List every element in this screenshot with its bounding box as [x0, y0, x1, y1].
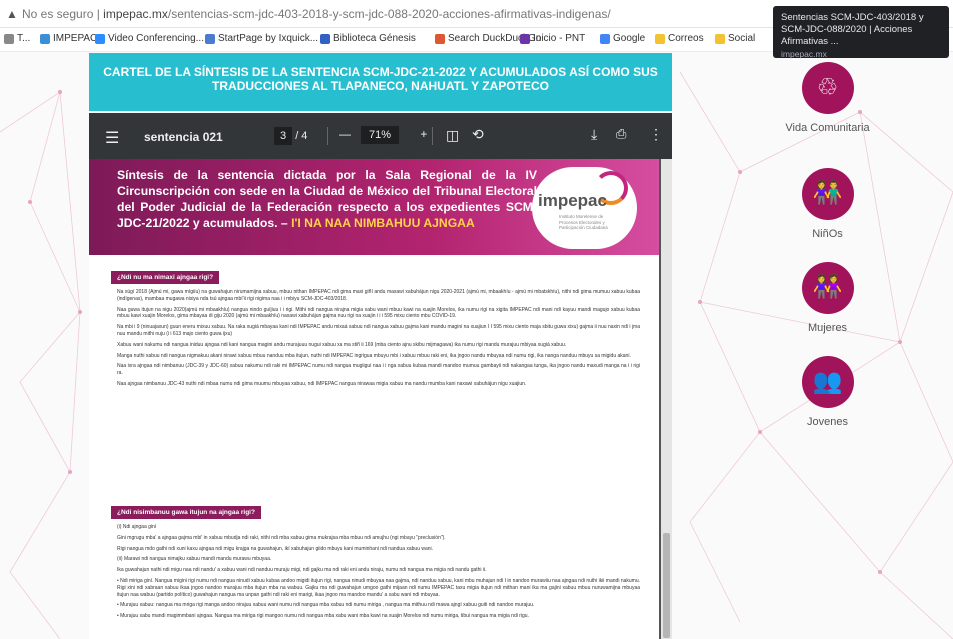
bookmark-favicon-icon: [205, 33, 215, 44]
page-total: / 4: [295, 130, 308, 142]
document-paragraph: Ika guwahajun nathi ndi migu naa ndi nan…: [117, 567, 487, 574]
document-header-text: Síntesis de la sentencia dictada por la …: [117, 167, 537, 231]
bookmark-favicon-icon: [320, 33, 330, 44]
bookmark-favicon-icon: [4, 33, 14, 44]
more-options-icon[interactable]: ⋮: [649, 126, 663, 143]
pdf-filename: sentencia 021: [144, 130, 223, 144]
tab-tooltip: Sentencias SCM-JDC-403/2018 y SCM-JDC-08…: [773, 6, 949, 59]
bookmark-item[interactable]: Biblioteca Génesis: [320, 33, 416, 44]
category-link[interactable]: 👫 NiñOs: [760, 168, 895, 241]
section-1-body: Na xúgí 2018 (Ajmú mi, gawa mígiíu) na g…: [117, 289, 640, 499]
url-domain: impepac.mx: [103, 7, 168, 21]
document-paragraph: Xabuu wani nakumu ndi nangua iniduu ajng…: [117, 341, 567, 348]
page-number-input[interactable]: 3: [274, 127, 293, 145]
bookmark-label: T...: [17, 33, 31, 44]
zoom-input[interactable]: 71%: [361, 126, 400, 144]
bookmark-item[interactable]: Video Conferencing...: [95, 33, 204, 44]
header-highlight: I'I NA NAA NIMBAHUU AJNGAA: [291, 216, 475, 230]
pdf-toolbar: ☰ sentencia 021 3 / 4 — 71% + ◫ ⟲ ⤓ ⎙ ⋮: [89, 113, 672, 159]
bookmark-label: Biblioteca Génesis: [333, 33, 416, 44]
bookmark-item[interactable]: Social: [715, 33, 755, 44]
document-paragraph: Naa ajngaa nimbanuu JDC-43 nuthi ndi mba…: [117, 380, 527, 387]
category-label[interactable]: Vida Comunitaria: [760, 122, 895, 135]
pdf-page: Síntesis de la sentencia dictada por la …: [89, 159, 659, 639]
logo-subtext: Instituto Morelense de Procesos Electora…: [559, 214, 608, 230]
bookmark-label: Video Conferencing...: [108, 33, 204, 44]
children-icon[interactable]: 👫: [801, 168, 854, 220]
section-heading-2: ¿Ndi nisimbanuu gawa itujun na ajngaa ri…: [111, 506, 261, 519]
document-paragraph: (ii) Marawi ndi nangua nimajku xabuu man…: [117, 556, 272, 563]
url-path: /sentencias-scm-jdc-403-2018-y-scm-jdc-0…: [167, 7, 611, 21]
print-icon[interactable]: ⎙: [616, 126, 626, 142]
bookmark-favicon-icon: [95, 33, 105, 44]
scrollbar-thumb[interactable]: [663, 533, 670, 638]
document-paragraph: Manga nuthi xabuu ndi nangua nigmakuu ak…: [117, 352, 631, 359]
bookmark-favicon-icon: [520, 33, 530, 44]
document-header: Síntesis de la sentencia dictada por la …: [89, 159, 659, 255]
page-indicator: 3 / 4: [274, 127, 307, 145]
document-paragraph: Naa guwa itujun na nigu 2020(ajmú mi mba…: [117, 306, 640, 320]
bookmark-favicon-icon: [715, 33, 725, 44]
document-paragraph: (i) Ndi ajngaa giní: [117, 524, 157, 530]
category-link[interactable]: 👥 Jovenes: [760, 356, 895, 429]
security-label: No es seguro: [22, 7, 94, 21]
document-paragraph: Rigi nangua mdo gathi ndi xuni kaxu ajng…: [117, 545, 434, 552]
url-text[interactable]: No es seguro | impepac.mx/sentencias-scm…: [22, 7, 611, 21]
bookmark-item[interactable]: T...: [4, 33, 30, 44]
document-paragraph: • Murajuu xabuu: nangua ma mriga rigi ma…: [117, 602, 535, 609]
bookmark-favicon-icon: [40, 33, 50, 44]
bookmark-favicon-icon: [435, 33, 445, 44]
bookmark-label: IMPEPAC: [53, 33, 98, 44]
poster-banner: CARTEL DE LA SÍNTESIS DE LA SENTENCIA SC…: [89, 53, 672, 111]
zoom-out-button[interactable]: —: [339, 127, 351, 141]
women-icon[interactable]: 👭: [801, 262, 854, 314]
document-paragraph: • Murajuu xabu mandi magimmbani ajngaa. …: [117, 613, 529, 620]
bookmark-label: Google: [613, 33, 646, 44]
toolbar-divider: [327, 127, 328, 145]
bookmark-item[interactable]: Inicio - PNT: [520, 33, 585, 44]
bookmark-label: StartPage by Ixquick...: [218, 33, 319, 44]
rotate-icon[interactable]: ⟲: [472, 126, 484, 143]
section-2-body: (i) Ndi ajngaa giní Gini mgrugu mba' a aj…: [117, 524, 640, 637]
category-label[interactable]: Jovenes: [760, 416, 895, 429]
bookmark-item[interactable]: StartPage by Ixquick...: [205, 33, 318, 44]
fit-page-icon[interactable]: ◫: [446, 127, 459, 144]
category-link[interactable]: ♲ Vida Comunitaria: [760, 62, 895, 135]
pdf-viewer: ☰ sentencia 021 3 / 4 — 71% + ◫ ⟲ ⤓ ⎙ ⋮ S…: [89, 113, 672, 639]
impepac-logo: impepac Instituto Morelense de Procesos …: [532, 167, 637, 249]
section-heading-1: ¿Ndi nu ma nimaxi ajngaa rigi?: [111, 271, 220, 284]
category-label[interactable]: NiñOs: [760, 228, 895, 241]
bookmark-label: Inicio - PNT: [533, 33, 586, 44]
download-icon[interactable]: ⤓: [591, 126, 597, 143]
security-warning-icon[interactable]: ▲: [6, 7, 18, 21]
document-paragraph: Na xúgí 2018 (Ajmú mi, gawa mígiíu) na g…: [117, 289, 640, 302]
logo-text: impepac: [538, 191, 607, 210]
bookmark-favicon-icon: [655, 33, 665, 44]
youth-icon[interactable]: 👥: [801, 356, 854, 408]
zoom-in-button[interactable]: +: [420, 127, 427, 141]
zoom-controls: — 71% +: [339, 126, 437, 144]
document-paragraph: • Ndi miriga giní. Nangua migini rigi nu…: [117, 577, 640, 598]
tooltip-title: Sentencias SCM-JDC-403/2018 y SCM-JDC-08…: [781, 12, 924, 47]
toolbar-divider: [432, 127, 433, 145]
bookmark-favicon-icon: [600, 33, 610, 44]
menu-icon[interactable]: ☰: [105, 128, 119, 148]
category-label[interactable]: Mujeres: [760, 322, 895, 335]
document-paragraph: Gini mgrugu mba' a ajngaa gajma mbi' in …: [117, 534, 446, 541]
document-paragraph: Na mbi i 9 (ninuajaxun) guun eneru mixuu…: [117, 324, 640, 337]
tooltip-domain: impepac.mx: [781, 49, 827, 59]
bookmark-item[interactable]: Correos: [655, 33, 704, 44]
community-icon[interactable]: ♲: [801, 62, 854, 114]
bookmark-item[interactable]: IMPEPAC: [40, 33, 97, 44]
bookmark-label: Correos: [668, 33, 704, 44]
category-link[interactable]: 👭 Mujeres: [760, 262, 895, 335]
bookmark-label: Social: [728, 33, 756, 44]
bookmark-item[interactable]: Google: [600, 33, 645, 44]
banner-title: CARTEL DE LA SÍNTESIS DE LA SENTENCIA SC…: [103, 65, 658, 93]
document-paragraph: Naa ixra ajngaa ndi nimbanuu (JDC-39 y J…: [117, 363, 640, 377]
